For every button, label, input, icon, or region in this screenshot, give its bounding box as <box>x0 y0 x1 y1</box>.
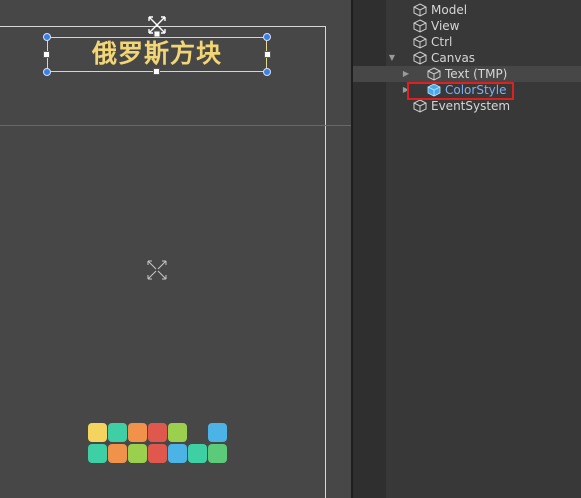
game-title-text: 俄罗斯方块 <box>91 39 222 68</box>
color-block <box>128 423 147 442</box>
rect-handle-bottom[interactable] <box>153 68 160 75</box>
cube-icon <box>413 3 427 17</box>
color-block <box>148 423 167 442</box>
collapse-arrow-icon[interactable]: ▼ <box>387 50 397 66</box>
scene-view[interactable]: 俄罗斯方块 <box>0 0 351 498</box>
canvas-anchor-icon[interactable] <box>145 258 169 282</box>
cube-icon <box>427 67 441 81</box>
color-block <box>128 444 147 463</box>
hierarchy-item-label: View <box>431 19 460 33</box>
hierarchy-item-text-tmp[interactable]: ▶ Text (TMP) <box>353 66 581 82</box>
hierarchy-item-canvas[interactable]: ▼ Canvas <box>353 50 581 66</box>
hierarchy-item-label: Ctrl <box>431 35 453 49</box>
rect-handle-bottom-left[interactable] <box>43 68 51 76</box>
color-block <box>208 444 227 463</box>
hierarchy-item-ctrl[interactable]: Ctrl <box>353 34 581 50</box>
hierarchy-item-label: Canvas <box>431 51 476 65</box>
color-block <box>168 444 187 463</box>
hierarchy-item-label: Model <box>431 3 468 17</box>
expand-arrow-icon[interactable]: ▶ <box>401 66 411 82</box>
rect-handle-left[interactable] <box>43 51 50 58</box>
color-block <box>88 423 107 442</box>
cube-icon <box>413 19 427 33</box>
cube-icon <box>413 51 427 65</box>
color-block <box>148 444 167 463</box>
rect-handle-bottom-right[interactable] <box>263 68 271 76</box>
title-anchor-icon[interactable] <box>145 13 169 37</box>
rect-handle-top-left[interactable] <box>43 33 51 41</box>
hierarchy-item-view[interactable]: View <box>353 18 581 34</box>
color-block <box>88 444 107 463</box>
colorstyle-highlight-box <box>407 82 514 100</box>
hierarchy-item-label: EventSystem <box>431 99 511 113</box>
color-block <box>188 444 207 463</box>
color-style-grid[interactable] <box>88 423 228 465</box>
color-block <box>108 423 127 442</box>
rect-handle-right[interactable] <box>264 51 271 58</box>
screen-guide-line <box>0 125 351 126</box>
color-block <box>208 423 227 442</box>
hierarchy-item-model[interactable]: Model <box>353 2 581 18</box>
cube-icon <box>413 99 427 113</box>
cube-icon <box>413 35 427 49</box>
rect-handle-top-right[interactable] <box>263 33 271 41</box>
hierarchy-item-label: Text (TMP) <box>445 67 508 81</box>
color-block <box>108 444 127 463</box>
color-block <box>168 423 187 442</box>
hierarchy-item-eventsystem[interactable]: EventSystem <box>353 98 581 114</box>
hierarchy-panel[interactable]: Model View Ctrl ▼ Canvas ▶ Text (TMP) ▶ ColorSty… <box>353 0 581 498</box>
